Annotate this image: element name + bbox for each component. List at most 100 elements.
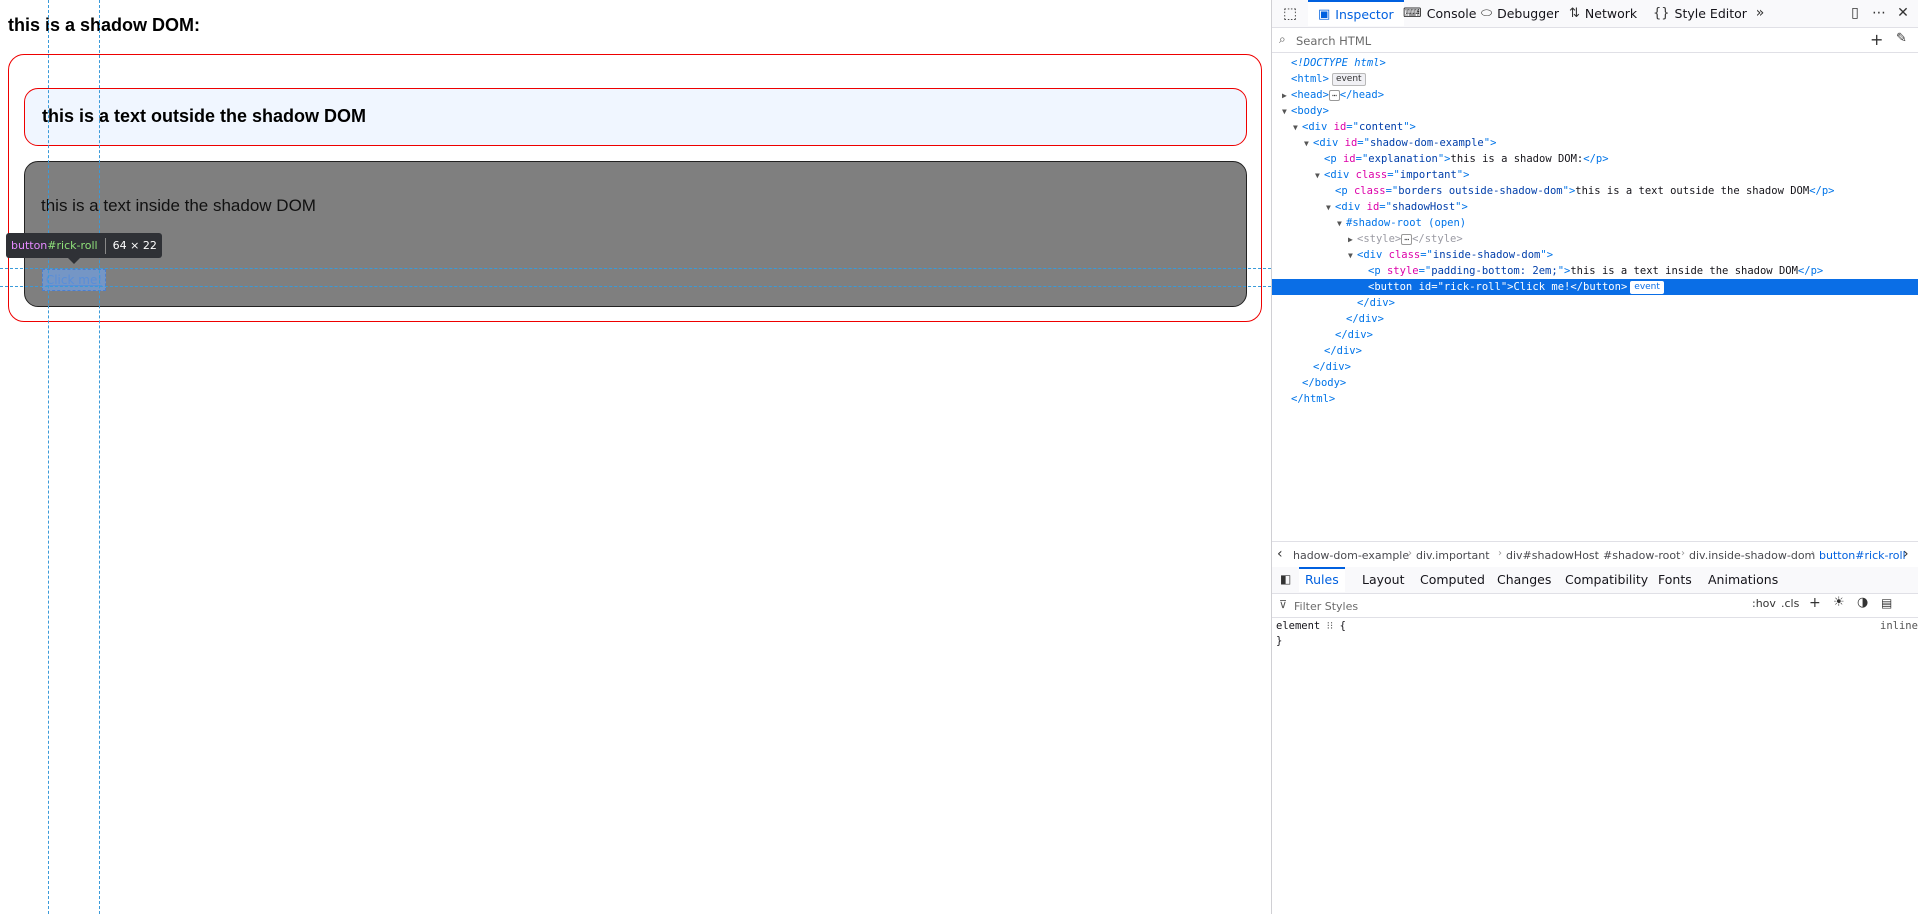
markup-node[interactable]: ▼ #shadow-root (open): [1272, 215, 1918, 231]
tab-style-editor[interactable]: {} Style Editor: [1653, 0, 1747, 26]
expand-arrow-icon[interactable]: ▼: [1348, 248, 1357, 264]
network-icon: ⇅: [1569, 5, 1580, 21]
expand-arrow-icon[interactable]: ▼: [1326, 200, 1335, 216]
breadcrumb-scroll-left-icon[interactable]: ‹: [1277, 546, 1283, 562]
expand-arrow-icon[interactable]: ▼: [1337, 216, 1346, 232]
element-picker-icon[interactable]: ⬚: [1280, 3, 1300, 23]
rick-roll-button[interactable]: Click me!: [42, 269, 106, 291]
eyedropper-icon[interactable]: ✎: [1896, 31, 1907, 46]
tab-label: Network: [1584, 5, 1638, 21]
expand-arrow-icon[interactable]: ▼: [1315, 168, 1324, 184]
search-html-input[interactable]: [1294, 31, 1818, 51]
event-badge[interactable]: event: [1630, 280, 1664, 294]
more-tools-chevron-icon[interactable]: »: [1750, 3, 1770, 23]
tab-inspector[interactable]: ▣ Inspector: [1308, 0, 1404, 26]
markup-node[interactable]: </div>: [1272, 327, 1918, 343]
breadcrumb-scroll-right-icon[interactable]: ›: [1903, 546, 1909, 562]
tab-compatibility[interactable]: Compatibility: [1565, 567, 1648, 592]
punct: =": [1420, 249, 1433, 261]
markup-node[interactable]: </div>: [1272, 311, 1918, 327]
light-scheme-icon[interactable]: ☀: [1833, 595, 1845, 610]
markup-node[interactable]: </div>: [1272, 295, 1918, 311]
markup-node[interactable]: ▶ <head> ⋯ </head>: [1272, 87, 1918, 103]
punct: =": [1418, 265, 1432, 277]
breadcrumb-item[interactable]: div.important: [1416, 549, 1490, 562]
breadcrumb-item[interactable]: div#shadowHost: [1506, 549, 1599, 562]
expand-arrow-icon[interactable]: ▼: [1282, 104, 1291, 120]
tab-console[interactable]: ⌨ Console: [1403, 0, 1476, 26]
markup-node[interactable]: <!DOCTYPE html>: [1272, 55, 1918, 71]
breadcrumb-item[interactable]: hadow-dom-example: [1293, 549, 1409, 562]
tab-changes[interactable]: Changes: [1497, 567, 1551, 592]
collapse-arrow-icon[interactable]: ▶: [1282, 88, 1291, 104]
punct: >: [1463, 169, 1470, 181]
node-text: Click me!: [1513, 281, 1571, 293]
outside-shadow-box: this is a text outside the shadow DOM: [24, 88, 1247, 146]
infobar-tag: button: [11, 239, 48, 252]
chevron-right-icon: ›: [1595, 548, 1599, 559]
markup-node[interactable]: <html> event: [1272, 71, 1918, 87]
shadow-root-label: #shadow-root (open): [1346, 217, 1467, 229]
expand-arrow-icon[interactable]: ▼: [1304, 136, 1313, 152]
infobar-separator: [104, 237, 106, 254]
markup-node[interactable]: </body>: [1272, 375, 1918, 391]
tab-animations[interactable]: Animations: [1708, 567, 1778, 592]
markup-node[interactable]: </div>: [1272, 343, 1918, 359]
markup-node-selected[interactable]: <button id="rick-roll">Click me!</button…: [1272, 279, 1918, 295]
filter-styles-input[interactable]: [1292, 597, 1596, 616]
dark-scheme-icon[interactable]: ◑: [1857, 595, 1868, 610]
responsive-design-icon[interactable]: ▯: [1845, 3, 1865, 23]
attr-value: padding-bottom: 2em;: [1431, 265, 1558, 277]
breadcrumb-item[interactable]: div.inside-shadow-dom: [1689, 549, 1815, 562]
markup-tree: <!DOCTYPE html> <html> event ▶ <head> ⋯ </head…: [1272, 53, 1918, 543]
markup-node[interactable]: ▶ <style> ⋯ </style>: [1272, 231, 1918, 247]
tab-debugger[interactable]: ⬭ Debugger: [1481, 0, 1559, 26]
markup-node[interactable]: <p class="borders outside-shadow-dom">th…: [1272, 183, 1918, 199]
node-text: this is a text outside the shadow DOM: [1575, 185, 1810, 197]
tab-fonts[interactable]: Fonts: [1658, 567, 1692, 592]
collapse-arrow-icon[interactable]: ▶: [1348, 232, 1357, 248]
add-node-icon[interactable]: +: [1870, 30, 1883, 49]
pseudo-element-icon[interactable]: ⁝⁝: [1327, 620, 1334, 632]
tag-name: </p>: [1809, 185, 1835, 197]
markup-node[interactable]: ▼ <div class="important">: [1272, 167, 1918, 183]
markup-node[interactable]: <p style="padding-bottom: 2em;">this is …: [1272, 263, 1918, 279]
markup-node[interactable]: ▼ <body>: [1272, 103, 1918, 119]
toggle-sidebar-icon[interactable]: ◧: [1280, 572, 1291, 586]
close-icon[interactable]: ✕: [1893, 3, 1913, 23]
tab-computed[interactable]: Computed: [1420, 567, 1485, 592]
add-rule-icon[interactable]: +: [1809, 595, 1821, 611]
sidebar-tabs: ◧ Rules Layout Computed Changes Compatib…: [1272, 567, 1918, 594]
ellipsis-icon[interactable]: ⋯: [1328, 89, 1340, 101]
markup-node[interactable]: </html>: [1272, 391, 1918, 407]
punct: =": [1346, 121, 1359, 133]
hov-toggle-button[interactable]: :hov: [1752, 597, 1776, 610]
tab-network[interactable]: ⇅ Network: [1569, 0, 1637, 26]
debugger-icon: ⬭: [1481, 5, 1493, 21]
expand-arrow-icon[interactable]: ▼: [1293, 120, 1302, 136]
tab-layout[interactable]: Layout: [1362, 567, 1405, 592]
breadcrumb-item[interactable]: #shadow-root: [1603, 549, 1680, 562]
markup-node[interactable]: ▼ <div id="shadowHost">: [1272, 199, 1918, 215]
attr-name: id: [1342, 153, 1356, 165]
attr-name: class: [1353, 185, 1386, 197]
punct: >: [1322, 73, 1329, 85]
cls-toggle-button[interactable]: .cls: [1781, 597, 1799, 610]
punct: >: [1546, 249, 1554, 261]
markup-node[interactable]: ▼ <div id="shadow-dom-example">: [1272, 135, 1918, 151]
tag-name: <head>: [1291, 89, 1329, 101]
markup-node[interactable]: <p id="explanation">this is a shadow DOM…: [1272, 151, 1918, 167]
tag-name: </div>: [1324, 345, 1362, 357]
tab-rules[interactable]: Rules: [1299, 567, 1345, 592]
meatball-menu-icon[interactable]: ⋯: [1869, 3, 1889, 23]
markup-node[interactable]: ▼ <div class="inside-shadow-dom">: [1272, 247, 1918, 263]
markup-node[interactable]: ▼ <div id="content">: [1272, 119, 1918, 135]
breadcrumb-item-active[interactable]: button#rick-roll: [1819, 549, 1906, 562]
print-media-icon[interactable]: ▤: [1881, 596, 1892, 610]
inside-shadow-text: this is a text inside the shadow DOM: [41, 196, 316, 215]
tab-label: Console: [1426, 5, 1477, 21]
event-badge[interactable]: event: [1331, 72, 1366, 86]
tag-name: <div: [1357, 249, 1383, 261]
markup-node[interactable]: </div>: [1272, 359, 1918, 375]
ellipsis-icon[interactable]: ⋯: [1401, 233, 1413, 245]
